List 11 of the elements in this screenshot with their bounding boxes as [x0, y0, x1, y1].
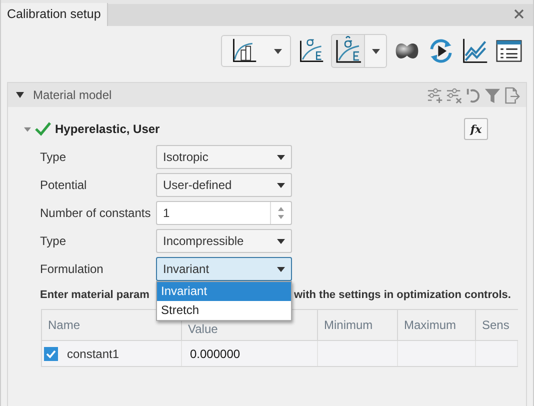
table-cell: constant1	[67, 346, 120, 360]
field-label: Potential	[40, 178, 88, 192]
section-title: Material model	[33, 88, 112, 102]
field-label: Number of constants	[40, 206, 152, 220]
field-label: Type	[40, 234, 68, 248]
instruction-text: with the settings in optimization controls.	[294, 289, 511, 303]
field-label: Type	[40, 150, 68, 164]
instruction-text: Enter material param	[40, 289, 150, 303]
field-label: Formulation	[40, 262, 104, 276]
model-name: Hyperelastic, User	[55, 122, 160, 136]
table-cell: 0.000000	[182, 341, 318, 366]
